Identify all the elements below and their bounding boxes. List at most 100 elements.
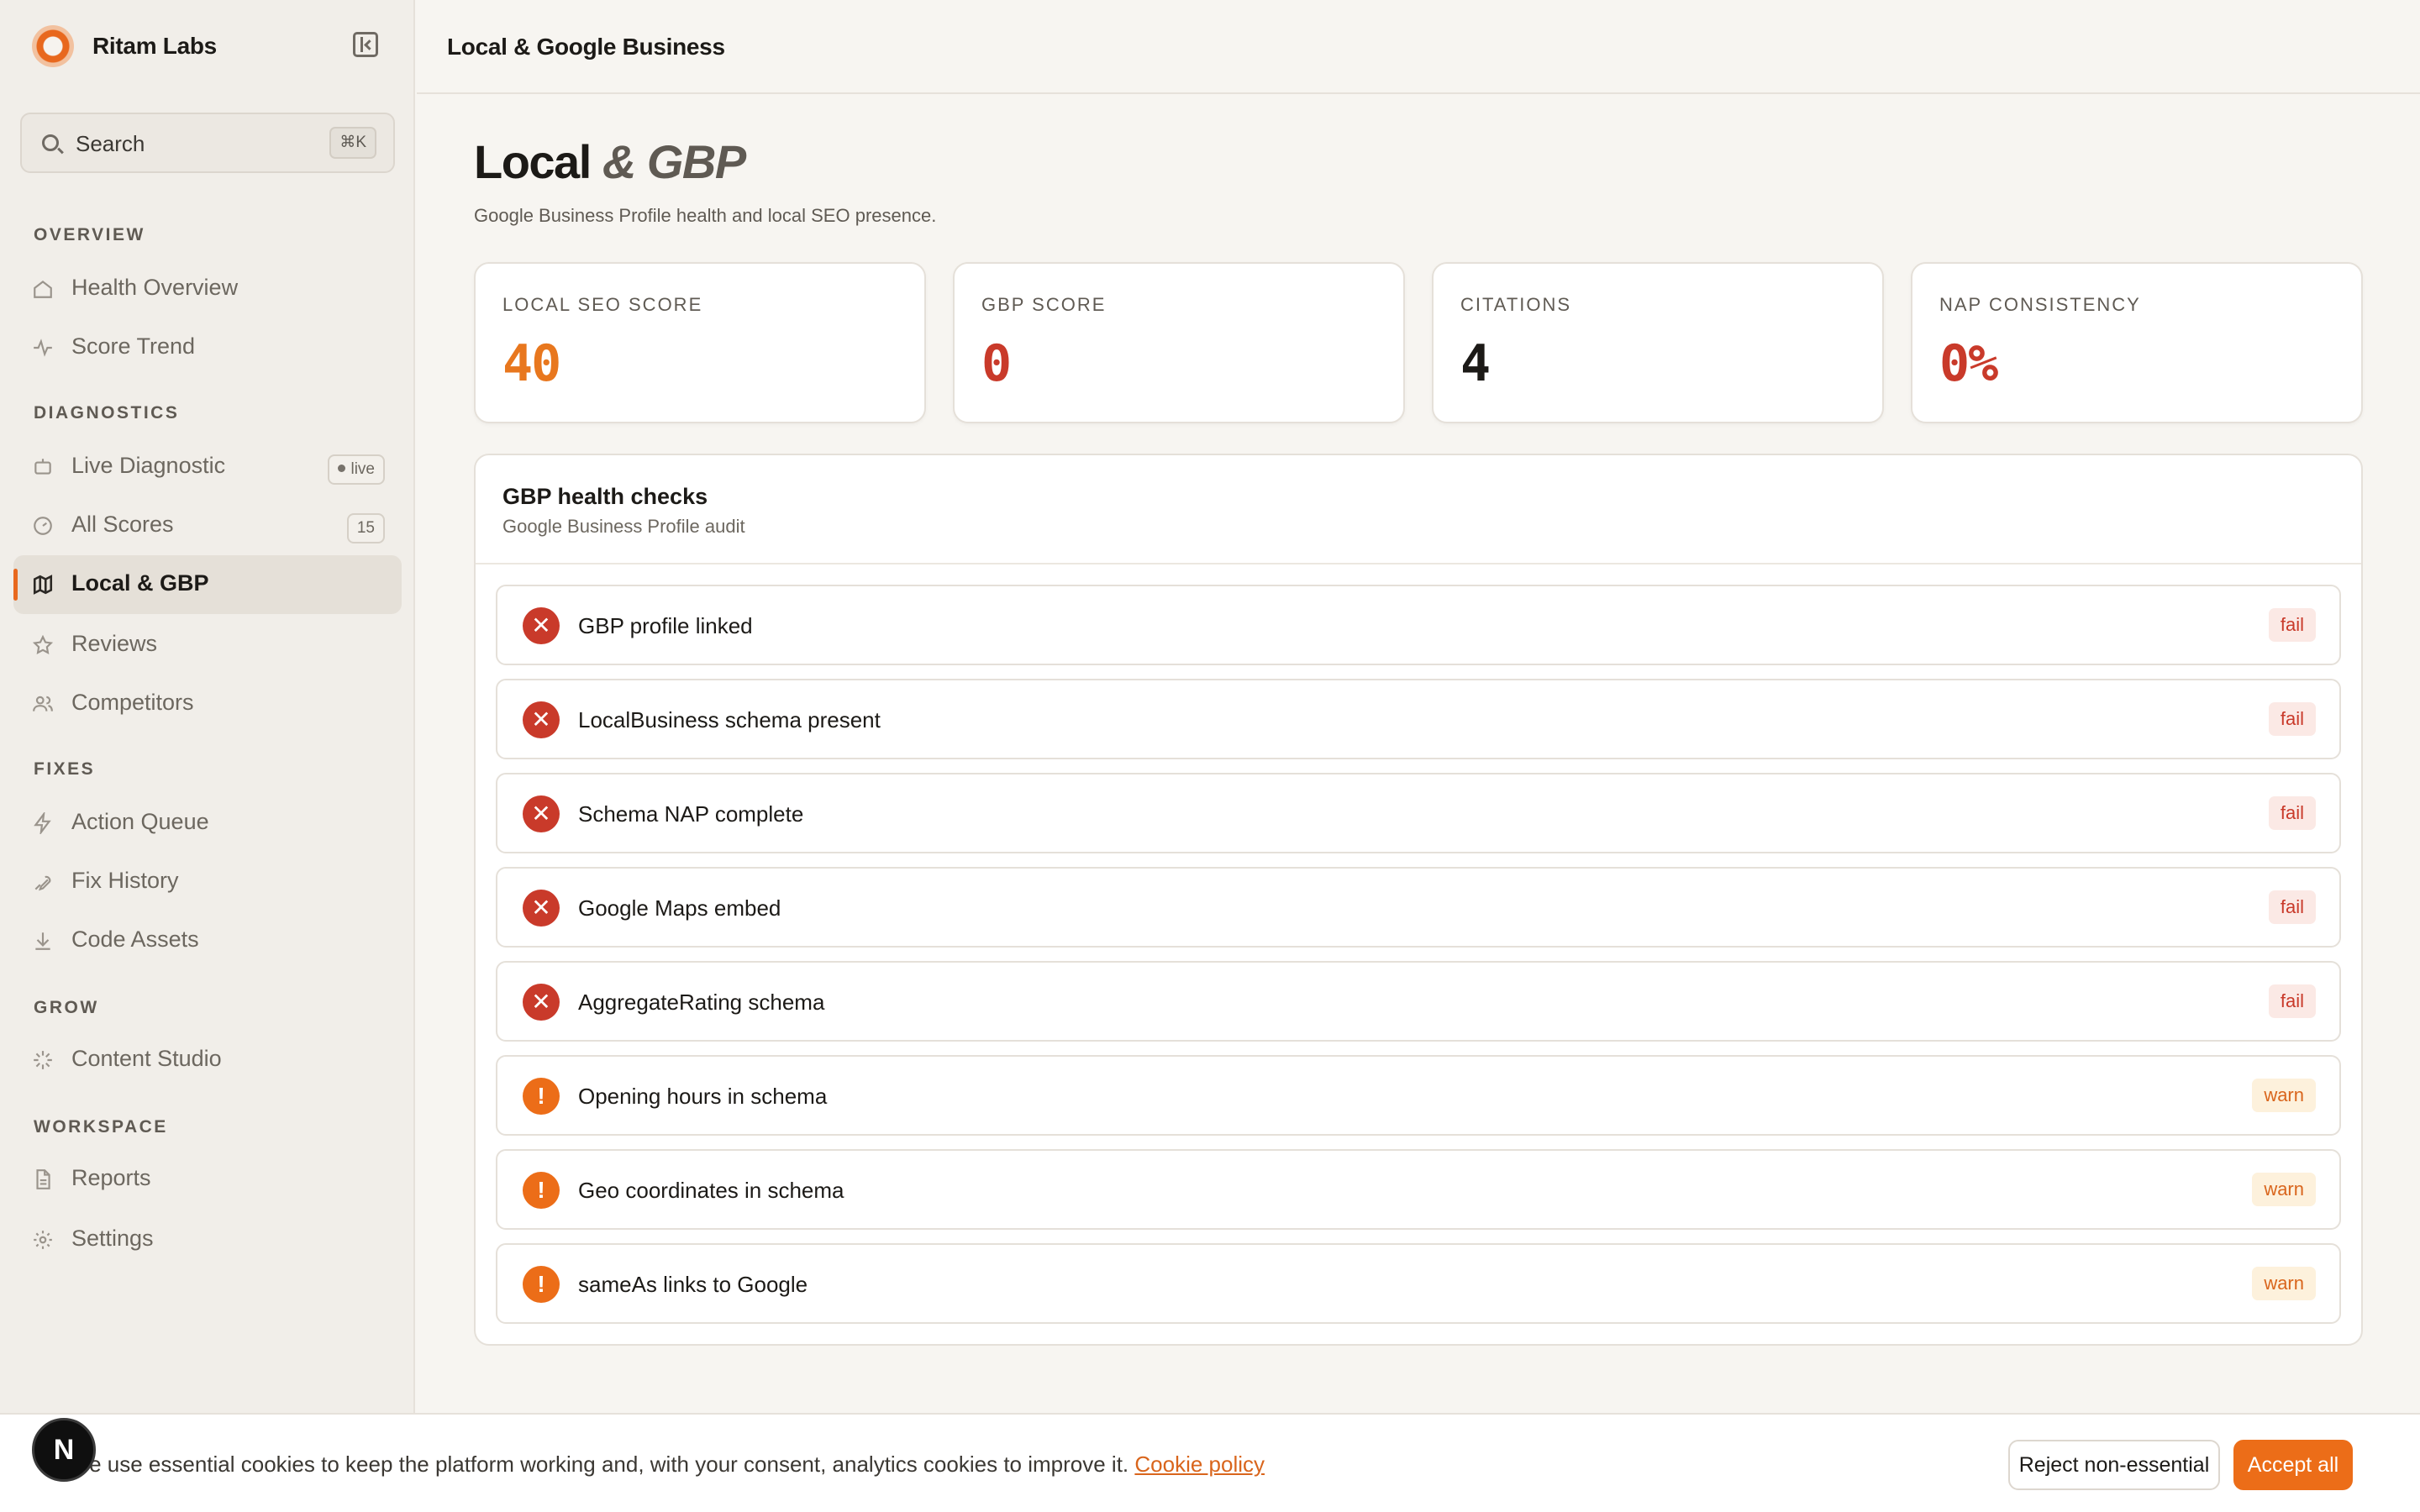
cookie-policy-link[interactable]: Cookie policy xyxy=(1134,1452,1265,1477)
page-title: Local & GBP xyxy=(474,134,746,189)
section-label-grow: GROW xyxy=(34,998,99,1017)
section-label-diagnostics: DIAGNOSTICS xyxy=(34,403,180,423)
check-row[interactable]: ✕ Google Maps embed fail xyxy=(496,867,2341,948)
brand-logo xyxy=(32,25,74,67)
check-row[interactable]: ✕ Schema NAP complete fail xyxy=(496,773,2341,853)
sidebar-item-reports[interactable]: Reports xyxy=(13,1150,402,1209)
live-dot-icon xyxy=(338,465,346,472)
live-badge-label: live xyxy=(350,460,375,478)
stat-value: 0 xyxy=(981,334,1012,393)
search-shortcut: ⌘K xyxy=(329,127,376,159)
brand[interactable]: Ritam Labs xyxy=(32,25,217,67)
status-badge: warn xyxy=(2252,1079,2316,1112)
cookie-message: We use essential cookies to keep the pla… xyxy=(69,1452,1129,1477)
star-icon xyxy=(32,634,54,656)
sidebar-item-label: Competitors xyxy=(71,690,194,715)
stat-value: 4 xyxy=(1460,334,1491,393)
bot-icon xyxy=(32,456,54,478)
fail-x-icon: ✕ xyxy=(523,607,560,644)
status-badge: fail xyxy=(2268,890,2316,924)
sidebar-item-health-overview[interactable]: Health Overview xyxy=(13,260,402,318)
sidebar-collapse-icon[interactable] xyxy=(353,32,378,57)
gbp-health-checks-panel: GBP health checks Google Business Profil… xyxy=(474,454,2363,1346)
check-label: LocalBusiness schema present xyxy=(578,707,881,732)
check-label: Geo coordinates in schema xyxy=(578,1178,844,1203)
stat-value: 40 xyxy=(502,334,561,393)
home-icon xyxy=(32,278,54,300)
panel-header: GBP health checks Google Business Profil… xyxy=(476,455,2361,564)
warning-icon: ! xyxy=(523,1266,560,1303)
cookie-text: We use essential cookies to keep the pla… xyxy=(69,1452,1265,1478)
accept-all-button[interactable]: Accept all xyxy=(2233,1440,2353,1490)
stat-card-gbp-score: GBP SCORE 0 xyxy=(953,262,1405,423)
sparkle-icon xyxy=(32,1049,54,1071)
sidebar-item-fix-history[interactable]: Fix History xyxy=(13,853,402,911)
status-badge: fail xyxy=(2268,608,2316,642)
brand-name: Ritam Labs xyxy=(92,33,217,59)
zap-icon xyxy=(32,812,54,834)
stat-card-local-seo-score: LOCAL SEO SCORE 40 xyxy=(474,262,926,423)
nextjs-devtools-badge[interactable]: N xyxy=(32,1418,96,1482)
check-row[interactable]: ! Geo coordinates in schema warn xyxy=(496,1149,2341,1230)
fail-x-icon: ✕ xyxy=(523,984,560,1021)
page-title-main: Local xyxy=(474,135,592,188)
check-row[interactable]: ✕ AggregateRating schema fail xyxy=(496,961,2341,1042)
fail-x-icon: ✕ xyxy=(523,795,560,832)
sidebar-item-content-studio[interactable]: Content Studio xyxy=(13,1031,402,1089)
page-subtitle: Google Business Profile health and local… xyxy=(474,205,937,226)
section-label-workspace: WORKSPACE xyxy=(34,1117,168,1137)
sidebar-item-live-diagnostic[interactable]: Live Diagnostic live xyxy=(13,438,402,496)
check-row[interactable]: ! Opening hours in schema warn xyxy=(496,1055,2341,1136)
stat-label: GBP SCORE xyxy=(981,294,1107,315)
fail-x-icon: ✕ xyxy=(523,701,560,738)
search-input[interactable]: Search ⌘K xyxy=(20,113,395,173)
sidebar-item-competitors[interactable]: Competitors xyxy=(13,675,402,733)
sidebar-item-label: All Scores xyxy=(71,512,174,537)
stat-card-citations: CITATIONS 4 xyxy=(1432,262,1884,423)
wrench-icon xyxy=(32,871,54,893)
sidebar-item-local-gbp[interactable]: Local & GBP xyxy=(13,555,402,614)
sidebar-item-label: Local & GBP xyxy=(71,570,209,596)
count-badge: 15 xyxy=(346,513,385,543)
fail-x-icon: ✕ xyxy=(523,890,560,927)
stat-card-nap-consistency: NAP CONSISTENCY 0% xyxy=(1911,262,2363,423)
stat-value: 0% xyxy=(1939,334,1998,393)
status-badge: fail xyxy=(2268,984,2316,1018)
stat-label: CITATIONS xyxy=(1460,294,1572,315)
reject-non-essential-button[interactable]: Reject non-essential xyxy=(2008,1440,2220,1490)
sidebar-item-label: Reports xyxy=(71,1165,151,1190)
sidebar-item-label: Fix History xyxy=(71,868,179,893)
check-row[interactable]: ✕ GBP profile linked fail xyxy=(496,585,2341,665)
sidebar-item-action-queue[interactable]: Action Queue xyxy=(13,794,402,853)
gauge-icon xyxy=(32,515,54,537)
check-row[interactable]: ✕ LocalBusiness schema present fail xyxy=(496,679,2341,759)
sidebar-item-label: Settings xyxy=(71,1226,154,1251)
check-label: Google Maps embed xyxy=(578,895,781,921)
stat-label: NAP CONSISTENCY xyxy=(1939,294,2141,315)
gear-icon xyxy=(32,1229,54,1251)
topbar: Local & Google Business xyxy=(417,0,2420,94)
check-label: Schema NAP complete xyxy=(578,801,804,827)
activity-icon xyxy=(32,337,54,359)
sidebar-item-score-trend[interactable]: Score Trend xyxy=(13,318,402,377)
check-row[interactable]: ! sameAs links to Google warn xyxy=(496,1243,2341,1324)
cookie-banner: We use essential cookies to keep the pla… xyxy=(0,1413,2420,1512)
sidebar-item-label: Health Overview xyxy=(71,275,239,300)
download-icon xyxy=(32,930,54,952)
warning-icon: ! xyxy=(523,1172,560,1209)
sidebar-item-code-assets[interactable]: Code Assets xyxy=(13,911,402,970)
search-placeholder: Search xyxy=(76,131,145,156)
section-label-overview: OVERVIEW xyxy=(34,225,145,244)
check-label: Opening hours in schema xyxy=(578,1084,828,1109)
status-badge: fail xyxy=(2268,702,2316,736)
sidebar-item-label: Content Studio xyxy=(71,1046,222,1071)
sidebar-item-label: Score Trend xyxy=(71,333,196,359)
status-badge: warn xyxy=(2252,1267,2316,1300)
users-icon xyxy=(32,693,54,715)
sidebar-item-all-scores[interactable]: All Scores 15 xyxy=(13,496,402,555)
sidebar-item-reviews[interactable]: Reviews xyxy=(13,616,402,675)
check-label: GBP profile linked xyxy=(578,613,753,638)
status-badge: warn xyxy=(2252,1173,2316,1206)
sidebar-item-label: Live Diagnostic xyxy=(71,453,226,478)
sidebar-item-settings[interactable]: Settings xyxy=(13,1210,402,1269)
